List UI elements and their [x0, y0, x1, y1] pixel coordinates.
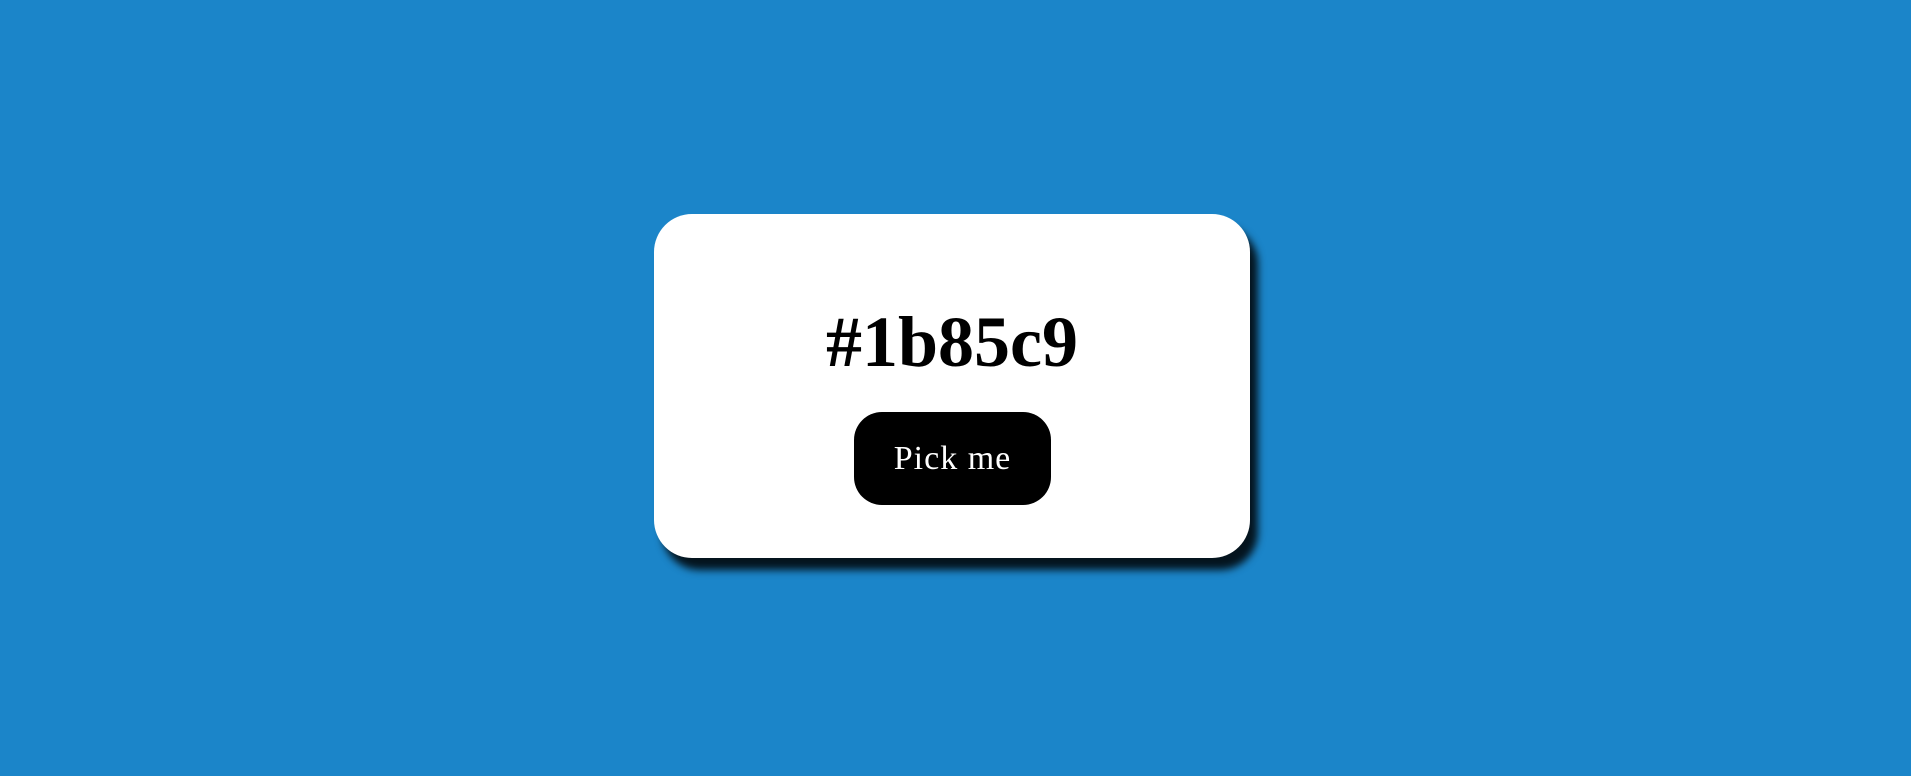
color-code-label: #1b85c9 [826, 302, 1078, 382]
page-background: { "page": { "background_color": "#1b85c9… [0, 0, 1911, 776]
pick-me-button[interactable]: Pick me [854, 412, 1051, 505]
color-card: #1b85c9 Pick me [654, 214, 1250, 558]
